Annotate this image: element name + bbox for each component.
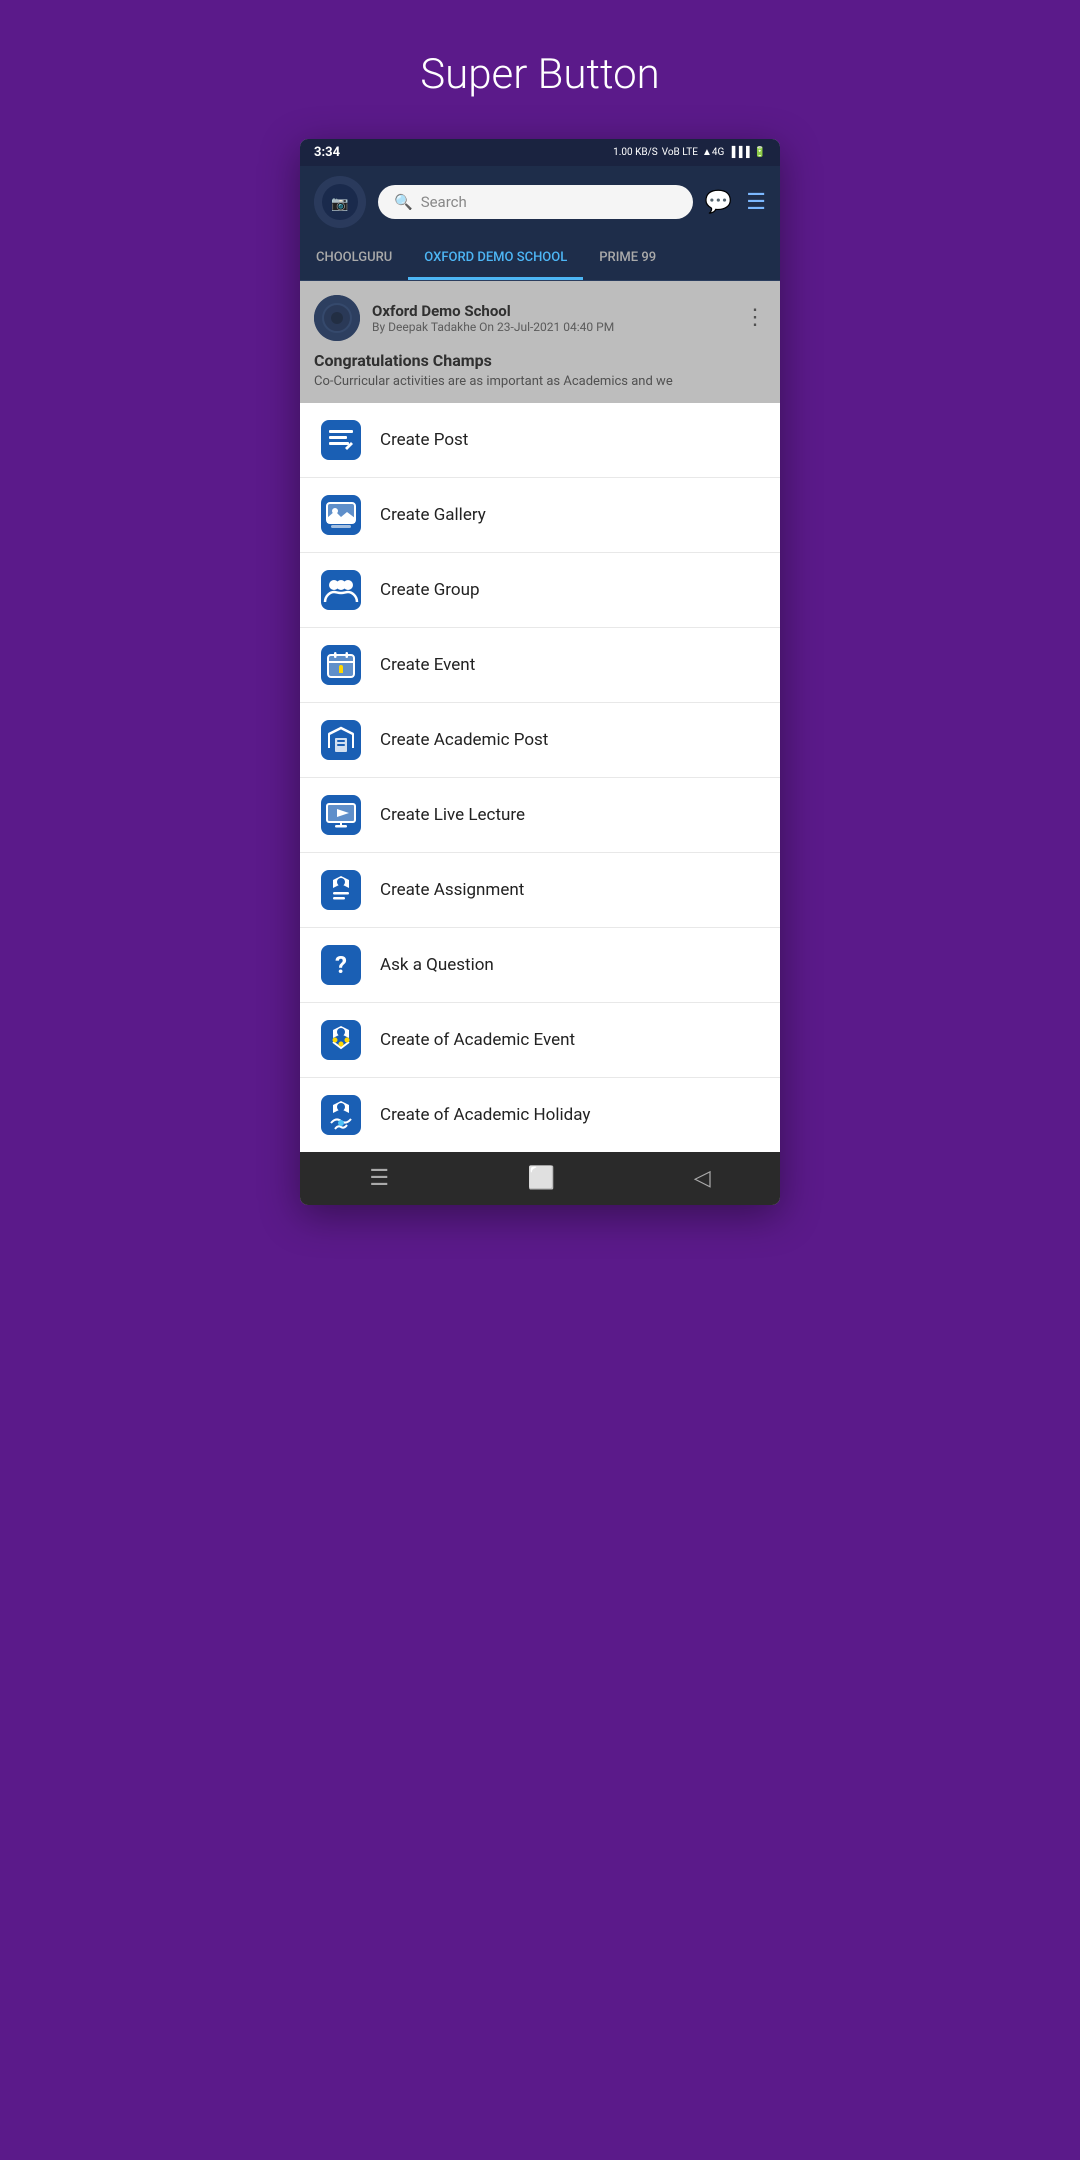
nav-back-icon[interactable]: ◁: [694, 1166, 711, 1191]
ask-question-icon: ?: [320, 944, 362, 986]
menu-label-create-event: Create Event: [380, 655, 475, 675]
page-title: Super Button: [270, 50, 810, 99]
create-post-icon: [320, 419, 362, 461]
menu-label-create-academic-event: Create of Academic Event: [380, 1030, 575, 1050]
post-title: Congratulations Champs: [314, 351, 766, 370]
create-gallery-icon: [320, 494, 362, 536]
tab-schoolguru[interactable]: CHOOLGURU: [300, 238, 408, 280]
menu-label-create-gallery: Create Gallery: [380, 505, 486, 525]
chat-icon[interactable]: 💬: [705, 190, 732, 215]
menu-icon[interactable]: ☰: [746, 190, 766, 215]
menu-label-create-academic-post: Create Academic Post: [380, 730, 548, 750]
svg-text:?: ?: [335, 951, 347, 979]
create-academic-post-icon: [320, 719, 362, 761]
post-meta: By Deepak Tadakhe On 23-Jul-2021 04:40 P…: [372, 320, 732, 334]
nav-menu-icon[interactable]: ☰: [369, 1166, 389, 1191]
menu-label-create-group: Create Group: [380, 580, 480, 600]
search-icon: 🔍: [394, 193, 413, 211]
bottom-navigation: ☰ ⬜ ◁: [300, 1152, 780, 1205]
menu-item-create-post[interactable]: Create Post: [300, 403, 780, 478]
tab-prime99[interactable]: PRIME 99: [583, 238, 672, 280]
app-header: 📷 🔍 Search 💬 ☰: [300, 166, 780, 238]
svg-text:📷: 📷: [331, 196, 348, 212]
post-info: Oxford Demo School By Deepak Tadakhe On …: [372, 302, 732, 334]
menu-label-create-assignment: Create Assignment: [380, 880, 524, 900]
tab-bar: CHOOLGURU OXFORD DEMO SCHOOL PRIME 99: [300, 238, 780, 281]
menu-label-create-live-lecture: Create Live Lecture: [380, 805, 525, 825]
menu-item-create-assignment[interactable]: Create Assignment: [300, 853, 780, 928]
post-school-name: Oxford Demo School: [372, 302, 732, 320]
menu-item-create-academic-holiday[interactable]: Create of Academic Holiday: [300, 1078, 780, 1152]
post-more-button[interactable]: ⋮: [744, 307, 766, 329]
status-time: 3:34: [314, 145, 340, 160]
post-body: Co-Curricular activities are as importan…: [314, 374, 766, 389]
post-card-overlay: Oxford Demo School By Deepak Tadakhe On …: [300, 281, 780, 403]
create-academic-event-icon: [320, 1019, 362, 1061]
status-bar: 3:34 1.00 KB/S VoB LTE ▲4G ▐▐▐ 🔋: [300, 139, 780, 166]
tab-oxford[interactable]: OXFORD DEMO SCHOOL: [408, 238, 583, 280]
menu-item-create-academic-event[interactable]: Create of Academic Event: [300, 1003, 780, 1078]
menu-label-ask-question: Ask a Question: [380, 955, 494, 975]
search-placeholder: Search: [421, 193, 467, 211]
menu-item-create-live-lecture[interactable]: Create Live Lecture: [300, 778, 780, 853]
menu-item-create-gallery[interactable]: Create Gallery: [300, 478, 780, 553]
status-icons: 1.00 KB/S VoB LTE ▲4G ▐▐▐ 🔋: [613, 147, 766, 158]
menu-label-create-post: Create Post: [380, 430, 468, 450]
phone-frame: 3:34 1.00 KB/S VoB LTE ▲4G ▐▐▐ 🔋 📷 🔍 Sea: [300, 139, 780, 1205]
nav-home-icon[interactable]: ⬜: [528, 1166, 555, 1191]
create-academic-holiday-icon: [320, 1094, 362, 1136]
avatar: 📷: [314, 176, 366, 228]
create-event-icon: [320, 644, 362, 686]
menu-item-ask-question[interactable]: ? Ask a Question: [300, 928, 780, 1003]
menu-item-create-academic-post[interactable]: Create Academic Post: [300, 703, 780, 778]
menu-item-create-event[interactable]: Create Event: [300, 628, 780, 703]
post-card: Oxford Demo School By Deepak Tadakhe On …: [300, 281, 780, 403]
menu-item-create-group[interactable]: Create Group: [300, 553, 780, 628]
create-live-lecture-icon: [320, 794, 362, 836]
header-icons: 💬 ☰: [705, 190, 766, 215]
search-bar[interactable]: 🔍 Search: [378, 185, 693, 219]
menu-label-create-academic-holiday: Create of Academic Holiday: [380, 1105, 590, 1125]
create-assignment-icon: [320, 869, 362, 911]
super-button-menu: Create Post Create Gallery: [300, 403, 780, 1152]
create-group-icon: [320, 569, 362, 611]
post-avatar: [314, 295, 360, 341]
